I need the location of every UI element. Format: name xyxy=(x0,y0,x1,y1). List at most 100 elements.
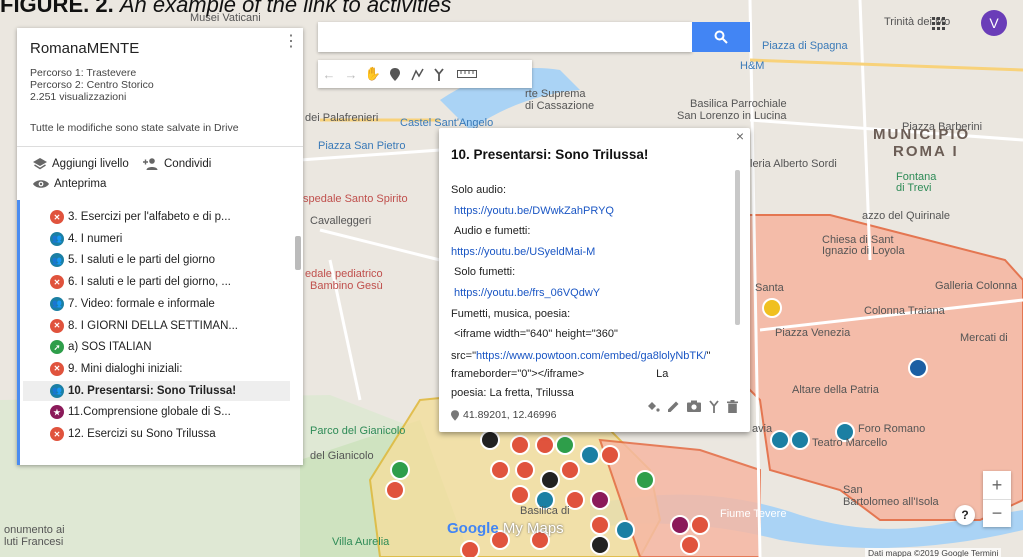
popup-line: <iframe width="640" height="360" xyxy=(454,328,618,341)
popup-line: Solo fumetti: xyxy=(454,266,516,279)
map-label-santa: Santa xyxy=(755,282,784,294)
layer-list: ✕ 3. Esercizi per l'alfabeto e di p... 👥 4.… xyxy=(17,200,303,465)
figure-caption: FIGURE. 2. An example of the link to act… xyxy=(0,0,452,17)
cross-marker-icon: ✕ xyxy=(50,318,64,333)
zoom-in-button[interactable]: + xyxy=(983,471,1011,499)
undo-icon[interactable]: ← xyxy=(318,62,340,86)
route-2: Percorso 2: Centro Storico xyxy=(30,79,154,91)
map-label-gianicolo: del Gianicolo xyxy=(310,450,374,462)
map-label-ignazio: Ignazio di Loyola xyxy=(822,245,905,257)
zoom-out-button[interactable]: − xyxy=(983,499,1011,527)
marker-icon[interactable] xyxy=(384,62,406,86)
layer-item-label: 10. Presentarsi: Sono Trilussa! xyxy=(68,384,237,397)
runner-marker-icon: ➚ xyxy=(50,340,64,355)
draw-line-icon[interactable] xyxy=(406,62,428,86)
popup-link[interactable]: https://youtu.be/frs_06VQdwY xyxy=(454,287,600,299)
layer-item-label: 9. Mini dialoghi iniziali: xyxy=(68,362,183,375)
layer-item[interactable]: ✕ 12. Esercizi su Sono Trilussa xyxy=(50,424,290,444)
share-label: Condividi xyxy=(164,158,212,170)
close-icon[interactable]: × xyxy=(736,128,744,144)
layer-item-label: 12. Esercizi su Sono Trilussa xyxy=(68,428,216,440)
cross-marker-icon: ✕ xyxy=(50,275,64,290)
popup-line: Fumetti, musica, poesia: xyxy=(451,307,571,320)
add-person-icon xyxy=(143,158,158,170)
map-label-bartolomeo2: Bartolomeo all'Isola xyxy=(843,496,939,508)
camera-icon[interactable] xyxy=(687,400,701,416)
layer-item[interactable]: ➚ a) SOS ITALIAN xyxy=(50,337,290,357)
cross-marker-icon: ✕ xyxy=(50,210,64,224)
map-title[interactable]: RomanaMENTE xyxy=(30,40,139,57)
map-label-monumento1: onumento ai xyxy=(4,524,65,536)
layer-item[interactable]: ✕ 3. Esercizi per l'alfabeto e di p... xyxy=(50,207,290,227)
help-button[interactable]: ? xyxy=(955,505,975,525)
trash-icon[interactable] xyxy=(727,400,738,416)
people-marker-icon: 👥 xyxy=(50,383,64,398)
map-label-basilica-s: Basilica di xyxy=(520,505,570,517)
map-label-municipio: MUNICIPIO xyxy=(873,126,971,143)
paint-bucket-icon[interactable] xyxy=(646,400,660,416)
popup-embed-line: src="https://www.powtoon.com/embed/ga8lo… xyxy=(451,349,711,380)
layer-item[interactable]: ★ 11.Comprensione globale di S... xyxy=(50,402,290,422)
user-avatar[interactable]: V xyxy=(981,10,1007,36)
layer-item[interactable]: ✕ 8. I GIORNI DELLA SETTIMAN... xyxy=(50,316,290,336)
sidebar-panel: RomanaMENTE ⋮ Percorso 1: Trastevere Per… xyxy=(17,28,303,465)
layer-item[interactable]: 👥 5. I saluti e le parti del giorno xyxy=(50,250,290,270)
directions-icon[interactable] xyxy=(428,62,450,86)
popup-line: Solo audio: xyxy=(451,184,507,196)
share-button[interactable]: Condividi xyxy=(143,158,211,170)
layer-item-label: 3. Esercizi per l'alfabeto e di p... xyxy=(68,211,231,223)
map-label-quirinale: azzo del Quirinale xyxy=(862,210,951,222)
google-my-maps-logo: Google My Maps xyxy=(447,520,564,537)
hand-icon[interactable]: ✋ xyxy=(362,62,384,86)
layer-item[interactable]: 👥 10. Presentarsi: Sono Trilussa! xyxy=(23,380,290,401)
popup-tools xyxy=(646,400,738,416)
search-button[interactable] xyxy=(692,22,750,52)
popup-link[interactable]: https://www.powtoon.com/embed/ga8lolyNbT… xyxy=(476,350,707,362)
map-label-villa-aurelia: Villa Aurelia xyxy=(332,536,390,548)
preview-label: Anteprima xyxy=(54,178,107,190)
people-marker-icon: 👥 xyxy=(50,253,64,268)
edit-pencil-icon[interactable] xyxy=(667,400,680,416)
layers-icon xyxy=(33,158,47,170)
location-pin-icon xyxy=(451,409,459,421)
map-label-foro: Foro Romano xyxy=(858,423,926,435)
search-input[interactable] xyxy=(318,22,692,52)
eye-icon xyxy=(33,180,49,188)
map-label-palafrenieri: dei Palafrenieri xyxy=(305,112,379,124)
more-options-icon[interactable]: ⋮ xyxy=(283,34,299,50)
people-marker-icon: 👥 xyxy=(50,296,64,311)
popup-scrollbar[interactable] xyxy=(735,170,740,325)
map-label-basilica-lorenzo: Basilica Parrochiale xyxy=(690,98,787,110)
preview-button[interactable]: Anteprima xyxy=(33,178,106,190)
layer-item-label: 8. I GIORNI DELLA SETTIMAN... xyxy=(68,319,238,332)
ruler-icon[interactable] xyxy=(450,62,484,86)
popup-title: 10. Presentarsi: Sono Trilussa! xyxy=(451,147,649,162)
scrollbar-thumb[interactable] xyxy=(295,236,301,270)
divider xyxy=(17,146,303,147)
layer-item[interactable]: ✕ 9. Mini dialoghi iniziali: xyxy=(50,359,290,379)
map-toolbar: ← → ✋ xyxy=(318,60,532,88)
layer-item[interactable]: 👥 4. I numeri xyxy=(50,229,290,249)
apps-grid-icon[interactable] xyxy=(932,17,946,31)
map-label-fiume: Fiume Tevere xyxy=(720,508,787,520)
people-marker-icon: 👥 xyxy=(50,231,64,246)
redo-icon[interactable]: → xyxy=(340,62,362,86)
popup-coordinates: 41.89201, 12.46996 xyxy=(451,409,556,421)
directions-icon[interactable] xyxy=(708,400,720,416)
add-layer-button[interactable]: Aggiungi livello xyxy=(33,158,129,170)
view-count: 2.251 visualizzazioni xyxy=(30,91,127,103)
map-label-venezia: Piazza Venezia xyxy=(775,327,851,339)
cross-marker-icon: ✕ xyxy=(50,361,64,376)
popup-link[interactable]: https://youtu.be/USyeldMai-M xyxy=(451,246,595,258)
map-label-bambino2: Bambino Gesù xyxy=(310,280,383,292)
layer-item[interactable]: ✕ 6. I saluti e le parti del giorno, ... xyxy=(50,272,290,292)
star-marker-icon: ★ xyxy=(50,405,64,420)
layer-item[interactable]: 👥 7. Video: formale e informale xyxy=(50,294,290,314)
map-label-monumento2: luti Francesi xyxy=(4,536,64,548)
layer-item-label: 6. I saluti e le parti del giorno, ... xyxy=(68,276,232,289)
layer-item-label: 11.Comprensione globale di S... xyxy=(68,406,231,419)
popup-link[interactable]: https://youtu.be/DWwkZahPRYQ xyxy=(454,205,614,217)
map-label-piazza-pietro: Piazza San Pietro xyxy=(318,140,406,152)
map-label-cassazione: di Cassazione xyxy=(525,100,595,112)
map-attribution[interactable]: Dati mappa ©2019 Google Termini xyxy=(865,548,1002,557)
